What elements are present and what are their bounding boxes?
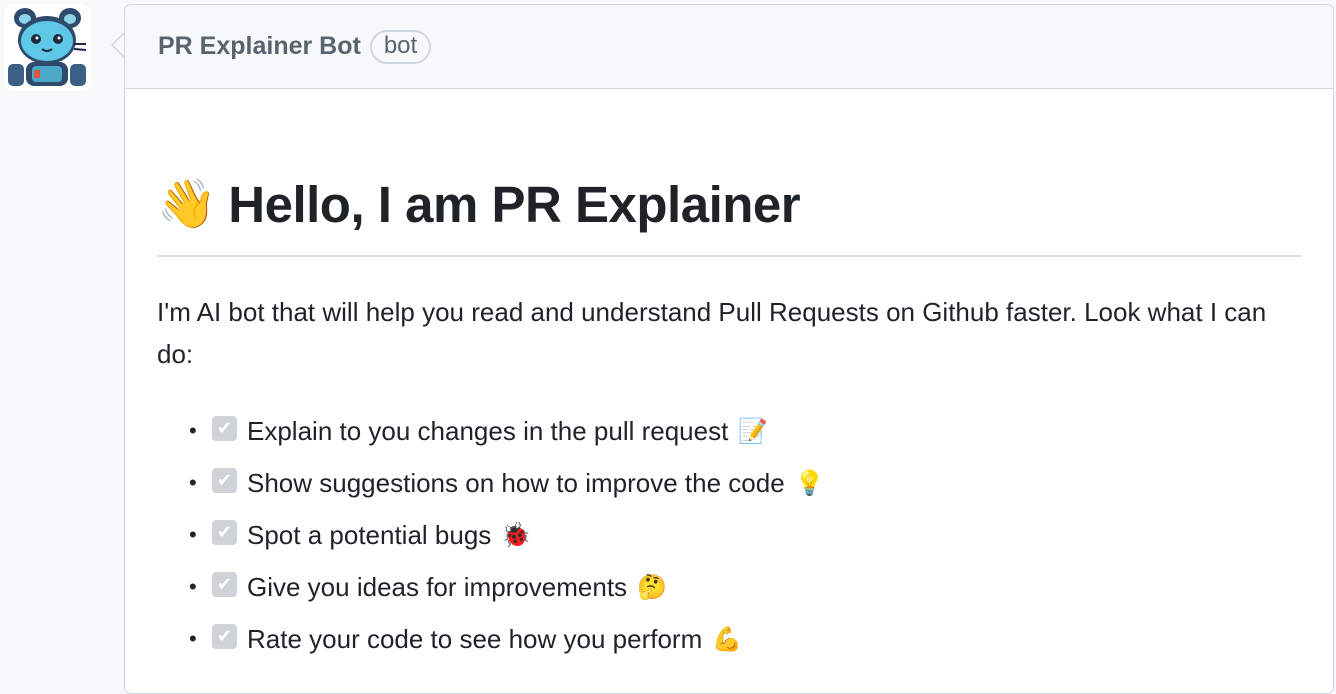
feature-text: Show suggestions on how to improve the c… <box>247 467 785 498</box>
bot-avatar[interactable] <box>4 4 91 91</box>
memo-icon: 📝 <box>738 417 769 445</box>
intro-paragraph: I'm AI bot that will help you read and u… <box>157 297 1267 369</box>
comment-title: 👋 Hello, I am PR Explainer <box>157 175 1301 257</box>
comment-author[interactable]: PR Explainer Bot <box>158 32 361 61</box>
bullet-icon: • <box>189 626 197 651</box>
comment-body: 👋 Hello, I am PR Explainer I'm AI bot th… <box>125 175 1333 665</box>
feature-text: Spot a potential bugs <box>247 519 492 550</box>
checked-checkbox-icon: ✔ <box>212 571 237 597</box>
comment-card: PR Explainer Bot bot 👋 Hello, I am PR Ex… <box>124 4 1334 694</box>
title-text: Hello, I am PR Explainer <box>228 176 801 233</box>
waving-hand-icon: 👋 <box>157 178 217 231</box>
list-item: • ✔ Give you ideas for improvements 🤔 <box>189 561 1301 613</box>
bullet-icon: • <box>189 574 197 599</box>
ladybug-icon: 🐞 <box>501 521 532 549</box>
checked-checkbox-icon: ✔ <box>212 415 237 441</box>
comment-header: PR Explainer Bot bot <box>125 5 1333 89</box>
list-item: • ✔ Spot a potential bugs 🐞 <box>189 509 1301 561</box>
bullet-icon: • <box>189 470 197 495</box>
bullet-icon: • <box>189 522 197 547</box>
feature-list: • ✔ Explain to you changes in the pull r… <box>157 405 1301 665</box>
robot-cat-avatar-icon <box>4 4 91 91</box>
checked-checkbox-icon: ✔ <box>212 519 237 545</box>
list-item: • ✔ Rate your code to see how you perfor… <box>189 613 1301 665</box>
checked-checkbox-icon: ✔ <box>212 467 237 493</box>
feature-text: Explain to you changes in the pull reque… <box>247 415 729 446</box>
checked-checkbox-icon: ✔ <box>212 623 237 649</box>
flexed-biceps-icon: 💪 <box>712 625 743 653</box>
thinking-face-icon: 🤔 <box>637 573 667 601</box>
lightbulb-icon: 💡 <box>794 469 825 497</box>
feature-text: Give you ideas for improvements <box>247 571 628 602</box>
bullet-icon: • <box>189 418 197 443</box>
bot-badge: bot <box>369 29 432 64</box>
list-item: • ✔ Explain to you changes in the pull r… <box>189 405 1301 457</box>
list-item: • ✔ Show suggestions on how to improve t… <box>189 457 1301 509</box>
feature-text: Rate your code to see how you perform <box>247 623 703 654</box>
